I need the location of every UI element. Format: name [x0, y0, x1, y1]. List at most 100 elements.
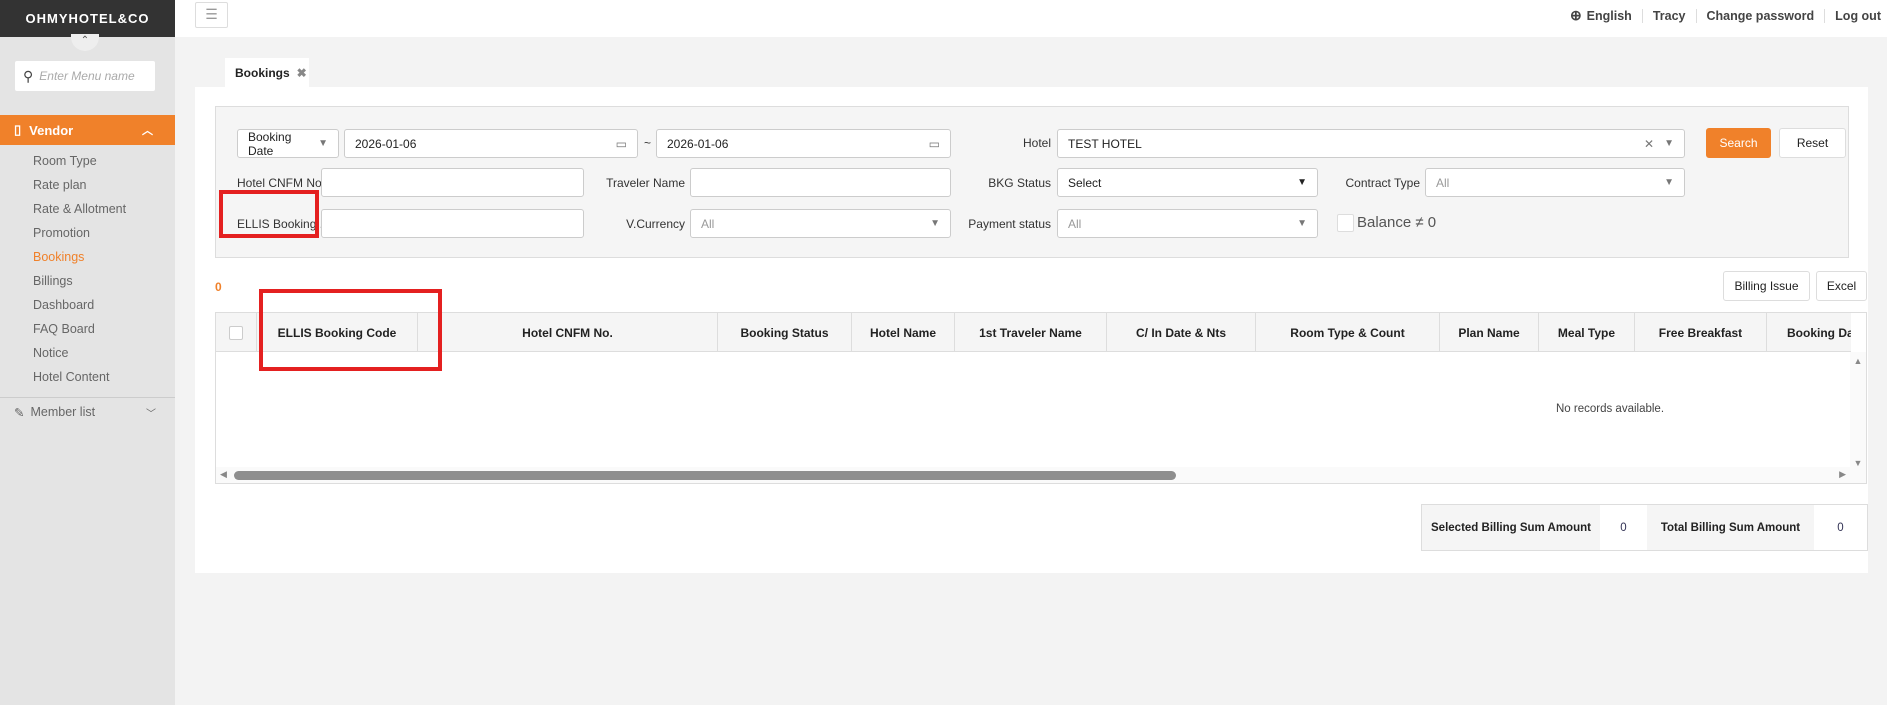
- tab-bookings[interactable]: Bookings ✖: [225, 58, 309, 87]
- caret-down-icon: ▼: [1297, 177, 1307, 188]
- select-all-cell: [216, 313, 257, 351]
- column-header[interactable]: Booking Status: [718, 313, 852, 351]
- hotel-value: TEST HOTEL: [1068, 136, 1142, 151]
- bkg-status-value: Select: [1068, 175, 1102, 190]
- hotel-label: Hotel: [1022, 136, 1051, 150]
- select-all-checkbox[interactable]: [229, 325, 243, 340]
- clear-icon[interactable]: ✕: [1644, 137, 1654, 151]
- menu-search-placeholder: Enter Menu name: [39, 69, 135, 83]
- logout-link[interactable]: Log out: [1835, 9, 1881, 23]
- column-header[interactable]: 1st Traveler Name: [955, 313, 1107, 351]
- date-from-value: 2026-01-06: [355, 136, 417, 151]
- payment-status-value: All: [1068, 216, 1082, 231]
- building-icon: ▯: [14, 122, 22, 137]
- sidebar-item-room-type[interactable]: Room Type: [33, 154, 97, 168]
- scrollbar-thumb[interactable]: [234, 471, 1176, 480]
- date-to-value: 2026-01-06: [667, 136, 729, 151]
- result-count: 0: [215, 280, 222, 294]
- change-password-link[interactable]: Change password: [1707, 9, 1815, 23]
- menu-search-input[interactable]: ⚲ Enter Menu name: [15, 61, 155, 91]
- sidebar-group-vendor[interactable]: ▯ Vendor ︿: [0, 115, 175, 145]
- hotel-cnfm-label: Hotel CNFM No.: [237, 176, 326, 190]
- sidebar-item-faq-board[interactable]: FAQ Board: [33, 322, 95, 336]
- sidebar-item-billings[interactable]: Billings: [33, 274, 73, 288]
- balance-label: Balance ≠ 0: [1357, 214, 1437, 231]
- traveler-name-label: Traveler Name: [606, 176, 685, 190]
- logo[interactable]: OHMYHOTEL&CO: [0, 0, 175, 37]
- logo-mark: OHMYHOTEL&CO: [25, 11, 150, 26]
- calendar-icon[interactable]: ▭: [929, 137, 940, 151]
- caret-down-icon: ▼: [930, 218, 940, 229]
- separator: [1824, 8, 1826, 23]
- payment-status-label: Payment status: [968, 217, 1051, 231]
- date-to-input[interactable]: 2026-01-06 ▭: [656, 129, 951, 158]
- contract-type-value: All: [1436, 175, 1450, 190]
- column-header[interactable]: Hotel CNFM No.: [418, 313, 718, 351]
- vcurrency-value: All: [701, 216, 715, 231]
- column-header[interactable]: Plan Name: [1440, 313, 1539, 351]
- billing-issue-button[interactable]: Billing Issue: [1723, 271, 1810, 301]
- contract-type-select[interactable]: All ▼: [1425, 168, 1685, 197]
- member-list-label: Member list: [30, 405, 96, 419]
- caret-down-icon: ▼: [318, 138, 328, 149]
- column-header[interactable]: C/ In Date & Nts: [1107, 313, 1256, 351]
- ellis-booking-input[interactable]: [321, 209, 584, 238]
- date-separator: ~: [644, 136, 652, 150]
- vcurrency-select[interactable]: All ▼: [690, 209, 951, 238]
- highlight-box: [259, 289, 442, 371]
- close-icon[interactable]: ✖: [297, 66, 307, 80]
- sidebar-item-hotel-content[interactable]: Hotel Content: [33, 370, 109, 384]
- column-header[interactable]: Meal Type: [1539, 313, 1635, 351]
- sidebar-item-dashboard[interactable]: Dashboard: [33, 298, 94, 312]
- sidebar-item-member-list[interactable]: ✎ Member list ﹀: [14, 403, 164, 421]
- search-button[interactable]: Search: [1706, 128, 1771, 158]
- total-sum-value: 0: [1814, 505, 1867, 550]
- contract-type-label: Contract Type: [1345, 176, 1420, 190]
- date-type-select[interactable]: Booking Date ▼: [237, 129, 339, 158]
- separator: [1695, 8, 1697, 23]
- hotel-select[interactable]: TEST HOTEL ✕ ▼: [1057, 129, 1685, 158]
- sidebar-divider: [0, 397, 175, 398]
- sidebar-item-bookings[interactable]: Bookings: [33, 250, 84, 264]
- sidebar-item-rate-plan[interactable]: Rate plan: [33, 178, 87, 192]
- search-icon: ⚲: [23, 67, 34, 84]
- separator: [1641, 8, 1643, 23]
- hamburger-menu-icon[interactable]: ☰: [195, 2, 228, 28]
- horizontal-scrollbar[interactable]: ◀ ▶: [216, 467, 1866, 483]
- chevron-up-icon: ︿: [142, 125, 153, 137]
- billing-summary: Selected Billing Sum Amount 0 Total Bill…: [1421, 504, 1868, 551]
- sidebar-group-label: Vendor: [29, 122, 74, 138]
- calendar-icon[interactable]: ▭: [616, 137, 627, 151]
- edit-icon: ✎: [14, 405, 25, 420]
- sidebar-item-notice[interactable]: Notice: [33, 346, 68, 360]
- user-link[interactable]: Tracy: [1653, 9, 1686, 23]
- excel-button[interactable]: Excel: [1816, 271, 1867, 301]
- payment-status-select[interactable]: All ▼: [1057, 209, 1318, 238]
- scroll-left-icon[interactable]: ◀: [220, 469, 227, 480]
- scroll-right-icon[interactable]: ▶: [1839, 469, 1846, 480]
- top-links: ⊕ English Tracy Change password Log out: [1570, 7, 1881, 24]
- selected-sum-label: Selected Billing Sum Amount: [1422, 505, 1600, 550]
- column-header[interactable]: Room Type & Count: [1256, 313, 1440, 351]
- balance-checkbox[interactable]: [1337, 214, 1354, 232]
- sidebar-item-rate-allotment[interactable]: Rate & Allotment: [33, 202, 126, 216]
- column-header[interactable]: Booking Da: [1767, 313, 1851, 351]
- traveler-name-input[interactable]: [690, 168, 951, 197]
- vertical-scrollbar[interactable]: ▲ ▼: [1850, 352, 1866, 469]
- bkg-status-label: BKG Status: [988, 176, 1051, 190]
- reset-button[interactable]: Reset: [1779, 128, 1846, 158]
- sidebar-item-promotion[interactable]: Promotion: [33, 226, 90, 240]
- sidebar: [0, 0, 175, 705]
- bkg-status-select[interactable]: Select ▼: [1057, 168, 1318, 197]
- no-records-message: No records available.: [1556, 403, 1665, 415]
- date-from-input[interactable]: 2026-01-06 ▭: [344, 129, 638, 158]
- date-type-value: Booking Date: [248, 129, 292, 158]
- scroll-up-icon[interactable]: ▲: [1850, 356, 1866, 366]
- caret-down-icon: ▼: [1664, 138, 1674, 149]
- table-header: ELLIS Booking Code Hotel CNFM No. Bookin…: [216, 313, 1851, 352]
- hotel-cnfm-input[interactable]: [321, 168, 584, 197]
- column-header[interactable]: Free Breakfast: [1635, 313, 1767, 351]
- language-link[interactable]: English: [1587, 9, 1632, 23]
- chevron-down-icon: ﹀: [146, 408, 156, 420]
- column-header[interactable]: Hotel Name: [852, 313, 955, 351]
